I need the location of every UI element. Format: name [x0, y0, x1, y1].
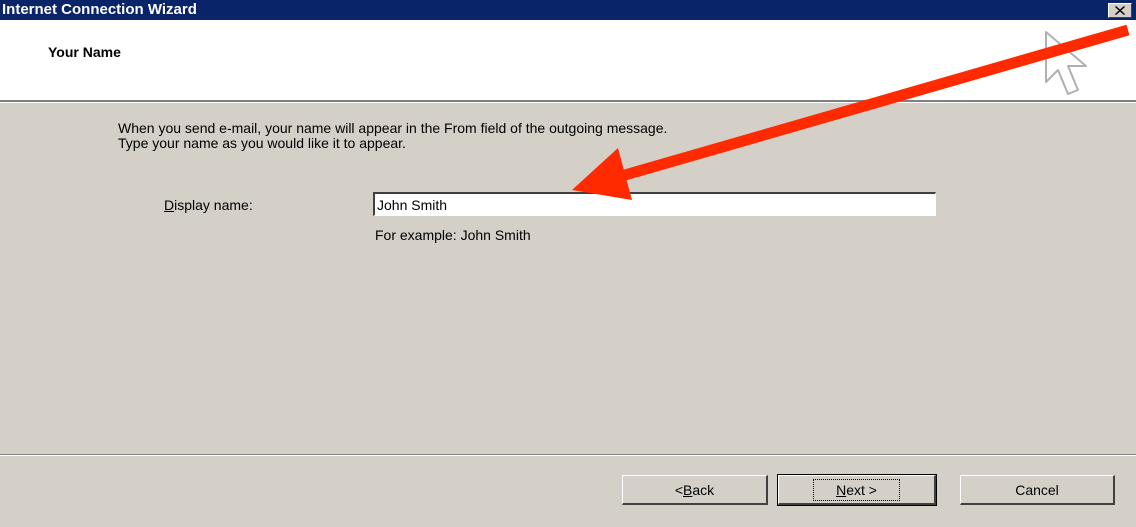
instructions: When you send e-mail, your name will app…: [118, 121, 667, 151]
back-button-accesskey: B: [683, 481, 693, 498]
next-button-label: ext >: [846, 481, 877, 498]
display-name-input[interactable]: [373, 192, 936, 216]
wizard-body: When you send e-mail, your name will app…: [0, 103, 1136, 527]
next-button-accesskey: N: [836, 481, 847, 498]
title-bar: Internet Connection Wizard: [0, 0, 1136, 20]
cancel-button[interactable]: Cancel: [960, 475, 1115, 505]
display-name-label: Display name:: [164, 197, 253, 213]
close-icon: [1115, 6, 1125, 15]
display-name-accesskey: D: [164, 197, 175, 213]
page-title: Your Name: [48, 44, 121, 60]
display-name-example: For example: John Smith: [375, 227, 531, 243]
back-button[interactable]: < Back: [622, 475, 768, 505]
display-name-label-text: isplay name:: [174, 197, 253, 213]
mouse-pointer-icon: [1045, 31, 1087, 95]
window-title: Internet Connection Wizard: [2, 1, 197, 18]
instructions-line-2: Type your name as you would like it to a…: [118, 135, 406, 151]
instructions-line-1: When you send e-mail, your name will app…: [118, 120, 668, 136]
close-button[interactable]: [1108, 3, 1132, 18]
wizard-header: Your Name: [0, 20, 1136, 100]
next-button-focus: Next >: [813, 478, 900, 501]
back-button-label: ack: [692, 481, 715, 498]
footer-divider: [0, 454, 1136, 456]
next-button[interactable]: Next >: [777, 474, 937, 506]
back-button-prefix: <: [674, 481, 684, 498]
